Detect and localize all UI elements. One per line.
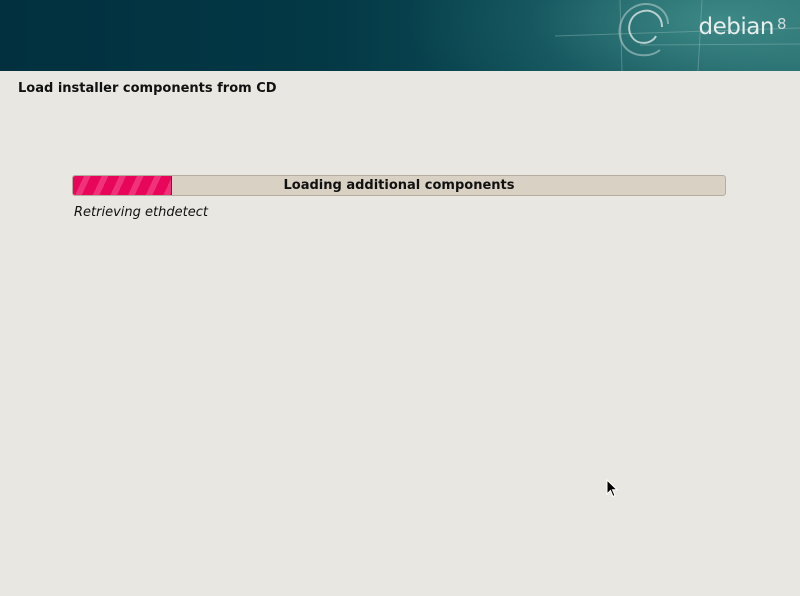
- debian-swirl-icon: [618, 3, 669, 57]
- progress-status-text: Retrieving ethdetect: [74, 205, 208, 220]
- mouse-pointer-icon: [606, 479, 618, 498]
- debian-logo: debian 8: [698, 14, 787, 40]
- brand-version: 8: [776, 15, 787, 33]
- brand-name: debian: [698, 14, 775, 40]
- progress-bar: Loading additional components: [72, 175, 726, 196]
- header-banner: debian 8: [0, 0, 800, 71]
- page-title: Load installer components from CD: [18, 81, 277, 96]
- progress-label: Loading additional components: [283, 178, 515, 193]
